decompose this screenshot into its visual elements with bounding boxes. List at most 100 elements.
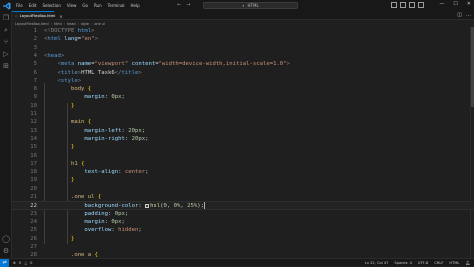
line-ending[interactable]: CRLF [434, 261, 443, 265]
account-icon[interactable]: ◯ [2, 235, 10, 243]
code-token: ; [145, 135, 149, 142]
warning-icon: △ [24, 260, 28, 265]
line-number: 25 [30, 227, 37, 234]
command-center-search[interactable]: ⌕ HTML [203, 2, 298, 9]
code-line[interactable]: 24 margin: 0px; [12, 218, 474, 226]
code-line[interactable]: 20 [12, 185, 474, 193]
code-text: overflow: hidden; [44, 226, 141, 234]
code-line[interactable]: 18 text-align: center; [12, 168, 474, 176]
code-line[interactable]: 11 [12, 110, 474, 118]
code-token: : [124, 135, 132, 142]
back-arrow-icon[interactable]: ← [177, 2, 181, 8]
code-line[interactable]: 15 } [12, 143, 474, 151]
run-debug-icon[interactable]: ▷ [2, 50, 10, 58]
code-line[interactable]: 6 <title>HTML Task6</title> [12, 69, 474, 77]
problems-indicator[interactable]: ⊗ 0 △ 0 [13, 261, 32, 265]
code-line[interactable]: 14 margin-right: 20px; [12, 135, 474, 143]
code-line[interactable]: 2 <html lang="en"> [12, 35, 474, 43]
forward-arrow-icon[interactable]: → [186, 2, 190, 8]
close-window-icon[interactable]: ✕ [467, 1, 471, 7]
explorer-icon[interactable]: ❐ [2, 14, 10, 22]
code-line[interactable]: 12 main { [12, 118, 474, 126]
code-token: ); [197, 203, 205, 210]
error-icon: ⊗ [13, 260, 17, 265]
code-line[interactable]: 8 body { [12, 85, 474, 93]
line-number: 4 [33, 52, 37, 59]
menu-view[interactable]: View [67, 3, 77, 8]
search-view-icon[interactable]: ⌕ [2, 26, 10, 34]
code-line[interactable]: 7 <style> [12, 77, 474, 85]
code-line[interactable]: 19 } [12, 176, 474, 184]
split-editor-icon[interactable]: ◫ [457, 12, 462, 18]
tab-bar: ◇ LayoutFlexBox.html × ◫ … [12, 11, 474, 20]
menu-selection[interactable]: Selection [42, 3, 60, 8]
cursor-position[interactable]: Ln 22, Col 47 [365, 261, 389, 265]
manage-gear-icon[interactable]: ⚙ [2, 247, 10, 255]
code-token: <!DOCTYPE [44, 28, 78, 34]
toggle-sidebar-icon[interactable] [391, 2, 397, 8]
code-token: 0px [111, 218, 122, 225]
code-line[interactable]: 26 } [12, 235, 474, 243]
more-actions-icon[interactable]: … [466, 12, 471, 18]
close-tab-icon[interactable]: × [59, 14, 62, 19]
code-line[interactable]: 10 } [12, 102, 474, 110]
breadcrumb-chevron-icon: › [50, 21, 52, 26]
code-line[interactable]: 9 margin: 0px; [12, 93, 474, 101]
code-editor[interactable]: 1 <!DOCTYPE html> 2 <html lang="en"> 3 4 <head… [12, 27, 474, 258]
code-token: margin [84, 94, 105, 101]
menu-run[interactable]: Run [94, 3, 102, 8]
code-line[interactable]: 16 [12, 152, 474, 160]
code-line[interactable]: 17 h1 { [12, 160, 474, 168]
code-line[interactable]: 13 margin-left: 20px; [12, 127, 474, 135]
line-number: 8 [33, 86, 37, 93]
line-number: 13 [30, 127, 37, 134]
breadcrumb-item[interactable]: html [54, 22, 62, 26]
toggle-panel-icon[interactable] [400, 2, 406, 8]
indentation[interactable]: Spaces: 4 [394, 261, 411, 265]
code-line[interactable]: 3 [12, 44, 474, 52]
line-number: 6 [33, 69, 37, 76]
code-text: margin: 0px; [44, 93, 124, 101]
breadcrumb-item[interactable]: one ul [94, 22, 104, 26]
line-number: 28 [30, 252, 37, 258]
code-line[interactable]: 28 .one a { [12, 251, 474, 258]
color-swatch-icon[interactable] [145, 203, 150, 208]
menu-go[interactable]: Go [82, 3, 88, 8]
toggle-secondary-sidebar-icon[interactable] [409, 2, 415, 8]
code-line[interactable]: 4 <head> [12, 52, 474, 60]
code-line[interactable]: 23 padding: 0px; [12, 210, 474, 218]
code-line[interactable]: 22 background-color: hsl(0, 0%, 25%); [12, 201, 474, 210]
customize-layout-icon[interactable] [418, 2, 424, 8]
code-token: head [47, 52, 61, 59]
code-text: <style> [44, 77, 81, 85]
minimize-icon[interactable]: — [439, 1, 444, 7]
code-token: html [77, 28, 92, 34]
code-line[interactable]: 1 <!DOCTYPE html> [12, 27, 474, 35]
menu-file[interactable]: File [16, 3, 23, 8]
code-text: body { [44, 85, 91, 93]
code-line[interactable]: 5 <meta name="viewport" content="width=d… [12, 60, 474, 68]
tab-layoutflexbox[interactable]: ◇ LayoutFlexBox.html × [12, 11, 63, 20]
breadcrumb-item[interactable]: LayoutFlexBox.html [15, 22, 49, 26]
line-number: 3 [33, 44, 37, 51]
breadcrumb-item[interactable]: style [81, 22, 89, 26]
remote-indicator-icon[interactable]: ⇌ [0, 258, 9, 267]
maximize-icon[interactable]: ☐ [453, 1, 457, 7]
source-control-icon[interactable]: ⑂ [2, 38, 10, 46]
notifications-bell-icon[interactable]: 🔔︎ [465, 261, 470, 265]
menu-help[interactable]: Help [131, 3, 140, 8]
code-line[interactable]: 21 .one ul { [12, 193, 474, 201]
code-line[interactable]: 27 [12, 243, 474, 251]
language-mode[interactable]: HTML [449, 261, 459, 265]
code-token: "width=device-width,initial-scale=1.0" [158, 61, 287, 68]
window-controls: — ☐ ✕ [439, 1, 471, 7]
code-line[interactable]: 25 overflow: hidden; [12, 226, 474, 234]
encoding[interactable]: UTF-8 [418, 261, 428, 265]
extensions-icon[interactable]: ⊞ [2, 62, 10, 70]
breadcrumb-item[interactable]: head [67, 22, 75, 26]
menu-edit[interactable]: Edit [29, 3, 37, 8]
tab-label: LayoutFlexBox.html [19, 14, 56, 18]
menu-terminal[interactable]: Terminal [108, 3, 125, 8]
